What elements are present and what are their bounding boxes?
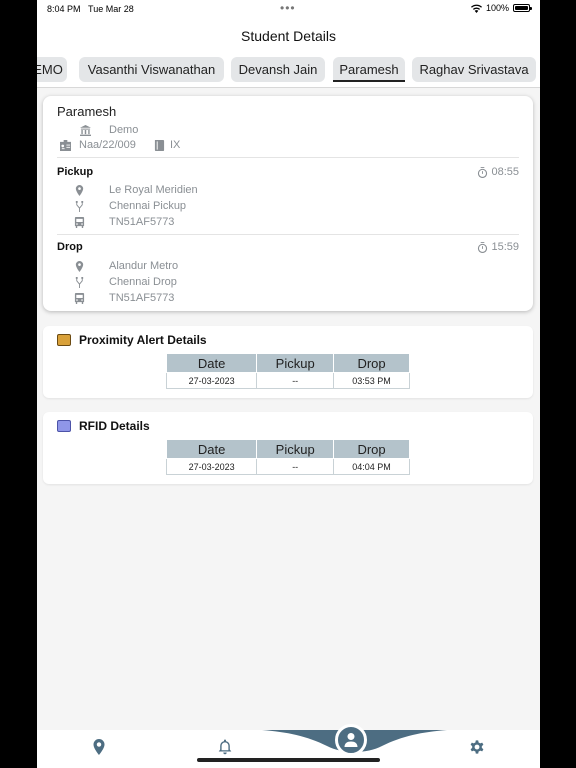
student-class: IX: [170, 139, 181, 151]
drop-location: Alandur Metro: [109, 260, 179, 272]
bus-icon: [73, 292, 85, 304]
rfid-table: Date Pickup Drop 27-03-2023 -- 04:04 PM: [165, 439, 410, 475]
tab-student-active[interactable]: Paramesh: [333, 57, 405, 82]
gear-icon[interactable]: [469, 739, 485, 755]
page-title: Student Details: [241, 28, 336, 44]
route-fork-icon: [73, 200, 85, 212]
tab-student[interactable]: Vasanthi Viswanathan: [79, 57, 224, 82]
student-tabs: EMO Vasanthi Viswanathan Devansh Jain Pa…: [37, 57, 540, 85]
route-fork-icon: [73, 276, 85, 288]
home-indicator: [197, 758, 380, 762]
timer-icon: [478, 166, 488, 178]
pickup-route: Chennai Pickup: [109, 200, 187, 212]
cell-pickup: --: [256, 458, 335, 475]
pickup-label: Pickup: [57, 166, 94, 178]
column-header: Date: [165, 353, 258, 373]
status-time: 8:04 PM Tue Mar 28: [47, 4, 134, 14]
column-header: Drop: [333, 353, 410, 373]
school-name: Demo: [109, 124, 139, 136]
id-card-icon: [59, 139, 71, 151]
drop-route: Chennai Drop: [109, 276, 177, 288]
proximity-alert-table: Date Pickup Drop 27-03-2023 -- 03:53 PM: [165, 353, 410, 389]
bell-icon[interactable]: [217, 739, 233, 755]
proximity-alert-header: Proximity Alert Details: [57, 333, 207, 347]
wifi-icon: [470, 4, 482, 13]
cell-date: 27-03-2023: [165, 458, 258, 475]
divider: [57, 157, 519, 158]
school-icon: [79, 124, 91, 136]
bus-icon: [73, 216, 85, 228]
header: Student Details EMO Vasanthi Viswanathan…: [37, 18, 540, 88]
student-card: Paramesh Demo Naa/22/009 IX Pickup 08:55…: [43, 96, 533, 311]
column-header: Pickup: [256, 439, 335, 459]
app-screen: 8:04 PM Tue Mar 28 ••• 100% Student Deta…: [37, 0, 540, 768]
battery-percent: 100%: [485, 3, 509, 13]
tab-student[interactable]: EMO: [37, 57, 67, 82]
proximity-alert-panel: Proximity Alert Details Date Pickup Drop…: [43, 326, 533, 398]
proximity-alert-title: Proximity Alert Details: [79, 333, 207, 347]
cell-drop: 03:53 PM: [333, 372, 410, 389]
cell-drop: 04:04 PM: [333, 458, 410, 475]
school-bus-icon: [57, 334, 71, 346]
location-pin-icon: [73, 184, 85, 196]
location-pin-icon: [73, 260, 85, 272]
cell-pickup: --: [256, 372, 335, 389]
table-header-row: Date Pickup Drop: [165, 439, 410, 459]
drop-label: Drop: [57, 241, 83, 253]
book-icon: [153, 139, 165, 151]
column-header: Date: [165, 439, 258, 459]
tab-student[interactable]: Devansh Jain: [231, 57, 325, 82]
status-right: 100%: [470, 3, 532, 13]
student-id: Naa/22/009: [79, 139, 136, 151]
rfid-title: RFID Details: [79, 419, 150, 433]
pickup-location: Le Royal Meridien: [109, 184, 198, 196]
status-bar: 8:04 PM Tue Mar 28 ••• 100%: [37, 0, 540, 18]
drop-time: 15:59: [477, 241, 519, 253]
column-header: Drop: [333, 439, 410, 459]
tab-student[interactable]: Raghav Srivastava: [412, 57, 536, 82]
id-card-emoji-icon: [57, 420, 71, 432]
student-name: Paramesh: [57, 104, 117, 119]
cell-date: 27-03-2023: [165, 372, 258, 389]
drop-vehicle: TN51AF5773: [109, 292, 175, 304]
pickup-vehicle: TN51AF5773: [109, 216, 175, 228]
table-row: 27-03-2023 -- 04:04 PM: [165, 458, 410, 475]
column-header: Pickup: [256, 353, 335, 373]
rfid-panel: RFID Details Date Pickup Drop 27-03-2023…: [43, 412, 533, 484]
location-icon[interactable]: [91, 739, 107, 755]
divider: [57, 234, 519, 235]
table-header-row: Date Pickup Drop: [165, 353, 410, 373]
multitask-dots[interactable]: •••: [280, 1, 296, 15]
pickup-time: 08:55: [477, 166, 519, 178]
profile-button[interactable]: [335, 724, 367, 756]
rfid-header: RFID Details: [57, 419, 150, 433]
table-row: 27-03-2023 -- 03:53 PM: [165, 372, 410, 389]
battery-icon: [513, 4, 532, 12]
user-icon: [344, 733, 358, 747]
timer-icon: [478, 241, 488, 253]
